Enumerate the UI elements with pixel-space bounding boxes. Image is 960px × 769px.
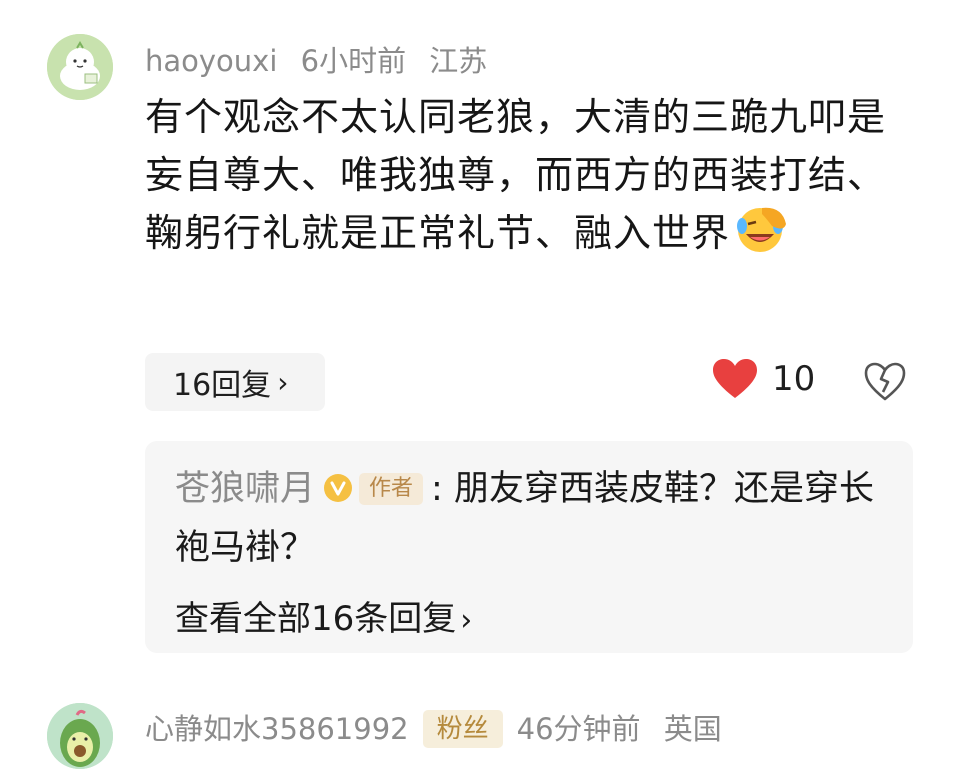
verified-badge-icon [323, 464, 353, 520]
replies-button[interactable]: 16回复 › [145, 353, 325, 411]
chevron-right-icon: › [460, 603, 473, 638]
comment-text-block: 有个观念不太认同老狼，大清的三跪九叩是妄自尊大、唯我独尊，而西方的西装打结、鞠躬… [145, 88, 905, 270]
location: 英国 [663, 712, 722, 746]
comment-meta: 心静如水35861992 粉丝 46分钟前 英国 [145, 706, 736, 748]
replies-label: 16回复 [173, 368, 272, 403]
timestamp: 6小时前 [300, 44, 407, 78]
fan-badge: 粉丝 [422, 710, 503, 748]
heart-icon [713, 359, 757, 398]
view-all-replies-link[interactable]: 查看全部16条回复 › [175, 591, 472, 640]
reply-author[interactable]: 苍狼啸月 [175, 469, 315, 509]
avatar[interactable] [47, 703, 113, 769]
avocado-avatar-icon [47, 703, 113, 769]
dislike-button[interactable] [864, 362, 906, 406]
broken-heart-icon [864, 362, 906, 401]
chevron-right-icon: › [277, 365, 289, 399]
reply-separator: : [431, 469, 443, 509]
username[interactable]: 心静如水35861992 [145, 712, 409, 746]
facepalm-laughing-emoji-icon [732, 204, 790, 270]
author-reply: 苍狼啸月 作者: 朋友穿西装皮鞋？还是穿长袍马褂？ [175, 461, 895, 576]
cartoon-avatar-icon [47, 34, 113, 100]
like-button[interactable]: 10 [712, 358, 815, 400]
comment-meta: haoyouxi 6小时前 江苏 [145, 38, 501, 80]
view-all-label: 查看全部16条回复 [175, 599, 457, 639]
timestamp: 46分钟前 [516, 712, 641, 746]
location: 江苏 [429, 44, 488, 78]
author-reply-box[interactable]: 苍狼啸月 作者: 朋友穿西装皮鞋？还是穿长袍马褂？ 查看全部16条回复 › [145, 441, 913, 653]
avatar[interactable] [47, 34, 113, 100]
author-tag: 作者 [359, 473, 424, 505]
username[interactable]: haoyouxi [145, 44, 277, 78]
like-count: 10 [772, 359, 816, 399]
